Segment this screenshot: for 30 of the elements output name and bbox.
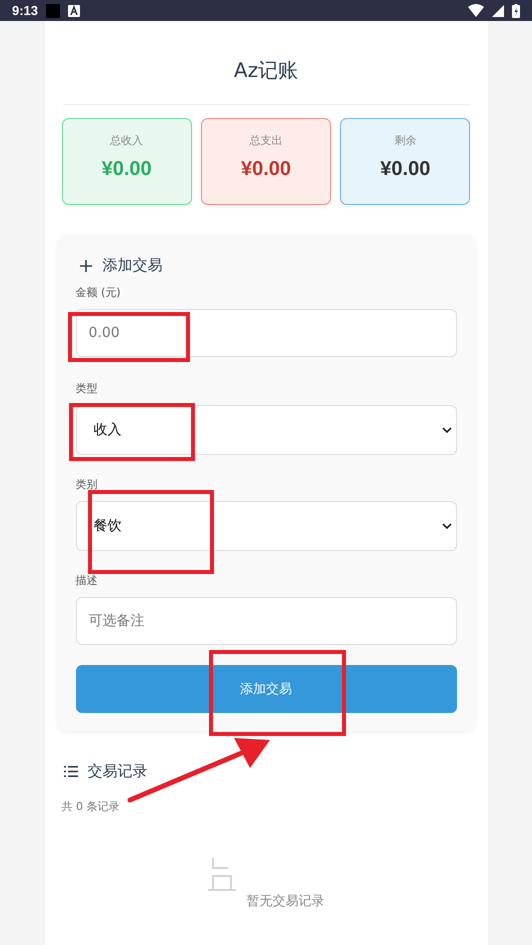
records-title: 交易记录 (88, 762, 148, 781)
field-label: 描述 (76, 573, 98, 588)
empty-message: 暂无交易记录 (246, 893, 324, 910)
status-time: 9:13 (12, 3, 38, 18)
card-amount: ¥0.00 (380, 158, 430, 181)
field-label: 类别 (76, 477, 98, 492)
form-title: 添加交易 (102, 256, 162, 275)
input-field[interactable]: 可选备注 (76, 597, 456, 645)
notification-icon (46, 4, 60, 18)
signal-icon (492, 4, 504, 16)
chevron-down-icon (442, 427, 452, 433)
app-title: Az记账 (232, 57, 300, 84)
wifi-icon (468, 4, 484, 17)
select-field[interactable]: 收入 (76, 405, 456, 455)
card-label: 总收入 (110, 133, 144, 148)
card-amount: ¥0.00 (102, 158, 152, 181)
record-count: 共 0 条记录 (62, 799, 120, 814)
input-field[interactable]: 0.00 (76, 309, 456, 357)
select-field[interactable]: 餐饮 (76, 501, 456, 551)
card-label: 总支出 (249, 133, 282, 148)
inbox-icon (208, 858, 236, 892)
plus-icon (78, 258, 92, 272)
field-label: 金额 (元) (76, 285, 122, 300)
field-label: 类型 (76, 381, 98, 396)
chevron-down-icon (442, 523, 452, 529)
battery-icon (512, 4, 520, 18)
card-amount: ¥0.00 (240, 158, 292, 181)
card-label: 剩余 (394, 133, 416, 148)
list-icon (64, 766, 78, 777)
app-notification-icon (68, 4, 80, 16)
